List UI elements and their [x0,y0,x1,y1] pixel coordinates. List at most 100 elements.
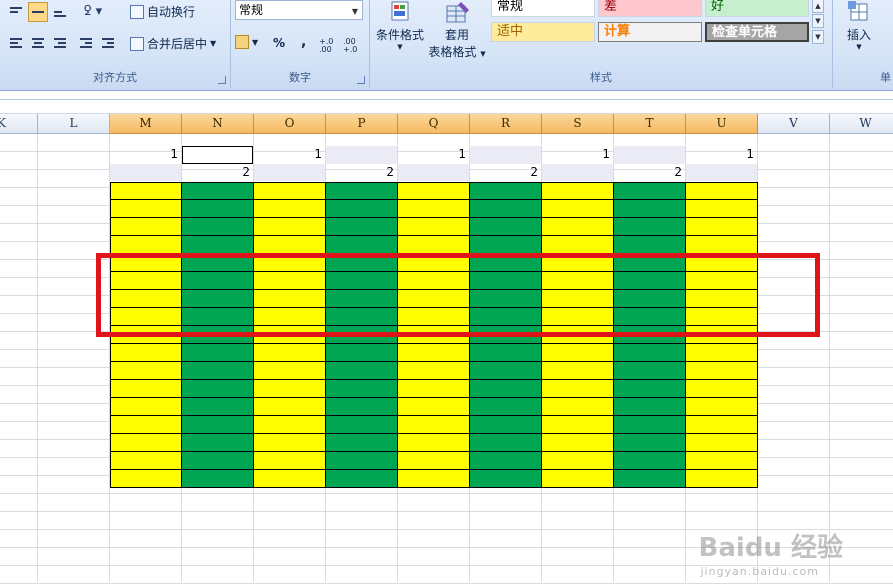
column-header-k[interactable]: K [0,114,38,134]
filled-cell-green[interactable] [614,182,686,200]
filled-cell-green[interactable] [182,182,254,200]
filled-cell-yellow[interactable] [542,362,614,380]
filled-cell-yellow[interactable] [110,218,182,236]
filled-cell-green[interactable] [182,380,254,398]
align-bottom-button[interactable] [50,2,70,22]
filled-cell-yellow[interactable] [254,182,326,200]
style-good[interactable]: 好 [705,0,809,17]
number-format-select[interactable]: 常规 ▼ [235,0,363,20]
filled-cell-green[interactable] [182,236,254,254]
filled-cell-yellow[interactable] [686,236,758,254]
filled-cell-yellow[interactable] [542,344,614,362]
filled-cell-yellow[interactable] [254,416,326,434]
filled-cell-green[interactable] [182,452,254,470]
cell-s-row2[interactable] [542,164,613,181]
filled-cell-yellow[interactable] [686,344,758,362]
filled-cell-green[interactable] [614,416,686,434]
decrease-indent-button[interactable] [76,33,96,53]
filled-cell-green[interactable] [182,434,254,452]
filled-cell-green[interactable] [614,470,686,488]
filled-cell-green[interactable] [326,362,398,380]
cell-m-row1[interactable]: 1 [110,146,181,164]
filled-cell-yellow[interactable] [110,434,182,452]
decrease-decimal-button[interactable]: .00 +.0 [343,38,363,54]
column-header-o[interactable]: O [254,114,326,134]
filled-cell-yellow[interactable] [542,200,614,218]
comma-style-button[interactable]: , [301,34,306,50]
filled-cell-green[interactable] [614,380,686,398]
filled-cell-green[interactable] [182,416,254,434]
filled-cell-green[interactable] [614,362,686,380]
filled-cell-yellow[interactable] [254,362,326,380]
filled-cell-green[interactable] [326,452,398,470]
filled-cell-green[interactable] [470,200,542,218]
filled-cell-yellow[interactable] [254,236,326,254]
filled-cell-yellow[interactable] [398,434,470,452]
cell-t-row2[interactable]: 2 [614,164,685,181]
format-as-table-button[interactable]: 套用 表格格式 ▼ [426,0,488,60]
filled-cell-yellow[interactable] [542,182,614,200]
column-header-t[interactable]: T [614,114,686,134]
filled-cell-yellow[interactable] [542,452,614,470]
filled-cell-green[interactable] [470,434,542,452]
filled-cell-green[interactable] [182,362,254,380]
styles-scroll-up-button[interactable]: ▲ [812,0,824,13]
filled-cell-yellow[interactable] [254,218,326,236]
filled-cell-green[interactable] [326,200,398,218]
column-header-u[interactable]: U [686,114,758,134]
filled-cell-yellow[interactable] [254,200,326,218]
filled-cell-yellow[interactable] [398,416,470,434]
filled-cell-yellow[interactable] [110,362,182,380]
filled-cell-green[interactable] [614,344,686,362]
filled-cell-yellow[interactable] [254,380,326,398]
filled-cell-green[interactable] [326,182,398,200]
align-middle-button[interactable] [28,2,48,22]
filled-cell-green[interactable] [326,416,398,434]
filled-cell-green[interactable] [614,200,686,218]
filled-cell-yellow[interactable] [110,236,182,254]
filled-cell-green[interactable] [182,470,254,488]
insert-button[interactable]: 插入 ▼ [837,0,881,51]
filled-cell-yellow[interactable] [686,200,758,218]
align-top-button[interactable] [6,2,26,22]
filled-cell-green[interactable] [614,398,686,416]
filled-cell-yellow[interactable] [686,218,758,236]
style-neutral[interactable]: 适中 [491,22,595,42]
filled-cell-yellow[interactable] [398,452,470,470]
alignment-launcher-icon[interactable] [218,76,226,84]
filled-cell-yellow[interactable] [398,344,470,362]
filled-cell-green[interactable] [470,452,542,470]
column-header-s[interactable]: S [542,114,614,134]
filled-cell-yellow[interactable] [110,452,182,470]
filled-cell-green[interactable] [182,200,254,218]
cell-u-row2[interactable] [686,164,757,181]
filled-cell-green[interactable] [470,344,542,362]
filled-cell-green[interactable] [470,470,542,488]
filled-cell-yellow[interactable] [254,470,326,488]
filled-cell-green[interactable] [182,218,254,236]
column-header-m[interactable]: M [110,114,182,134]
cell-o-row2[interactable] [254,164,325,181]
filled-cell-green[interactable] [326,344,398,362]
filled-cell-yellow[interactable] [542,470,614,488]
filled-cell-yellow[interactable] [686,380,758,398]
filled-cell-yellow[interactable] [254,398,326,416]
filled-cell-yellow[interactable] [398,218,470,236]
filled-cell-green[interactable] [470,236,542,254]
filled-cell-yellow[interactable] [686,398,758,416]
filled-cell-yellow[interactable] [110,380,182,398]
align-left-button[interactable] [6,33,26,53]
increase-decimal-button[interactable]: +.0 .00 [319,38,339,54]
filled-cell-yellow[interactable] [110,200,182,218]
cell-s-row1[interactable]: 1 [542,146,613,164]
filled-cell-yellow[interactable] [686,362,758,380]
filled-cell-yellow[interactable] [542,434,614,452]
filled-cell-yellow[interactable] [542,398,614,416]
filled-cell-yellow[interactable] [398,398,470,416]
filled-cell-yellow[interactable] [542,380,614,398]
filled-cell-yellow[interactable] [542,236,614,254]
cell-n-row1[interactable] [182,146,253,164]
filled-cell-yellow[interactable] [542,416,614,434]
filled-cell-yellow[interactable] [686,434,758,452]
styles-scroll-down-button[interactable]: ▼ [812,14,824,28]
